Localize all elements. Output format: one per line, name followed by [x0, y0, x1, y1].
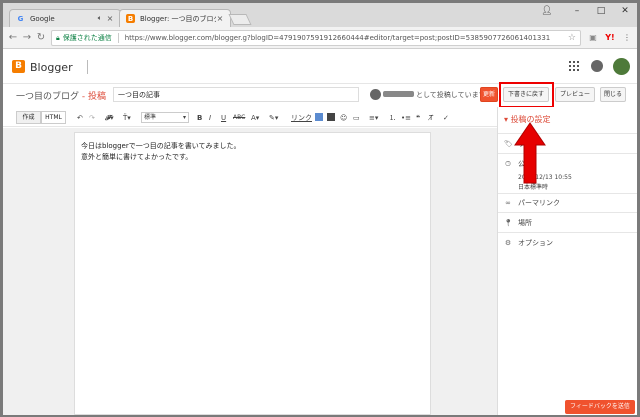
settings-options[interactable]: ⚙ オプション — [504, 238, 553, 248]
bookmark-star-icon[interactable]: ☆ — [568, 33, 576, 43]
settings-location-text: 場所 — [518, 219, 532, 227]
redo-icon[interactable]: ↷ — [89, 113, 95, 123]
settings-permalink[interactable]: ∞ パーマリンク — [504, 198, 560, 208]
update-button[interactable]: 更新 — [480, 87, 498, 102]
blogger-logo-icon[interactable]: B — [12, 60, 25, 73]
jump-break-icon[interactable]: ▭ — [353, 113, 360, 123]
tab-title: Blogger: 一つ目のブログ — [140, 14, 216, 23]
chevron-down-icon: ▾ — [182, 114, 186, 121]
user-avatar — [370, 89, 381, 100]
google-favicon-icon: G — [17, 14, 24, 23]
underline-icon[interactable]: U — [221, 113, 226, 123]
settings-location[interactable]: 📍︎ 場所 — [504, 218, 532, 228]
settings-permalink-text: パーマリンク — [518, 199, 560, 207]
editor-area: 今日はbloggerで一つ目の記事を書いてみました。 意外と簡単に書けてよかった… — [3, 128, 497, 415]
forward-icon[interactable]: → — [21, 32, 33, 44]
format-toolbar: 作成 HTML ↶ ↷ 𝓕▾ T̈▾ 標準 ▾ B I U ABC A▾ ✎▾ リ… — [3, 107, 497, 127]
blogger-favicon-icon: B — [126, 14, 135, 23]
blog-breadcrumb: 一つ目のブログ - 投稿 — [16, 89, 106, 102]
minimize-icon[interactable]: – — [571, 5, 583, 17]
gear-icon: ⚙ — [504, 239, 512, 247]
tab-strip: G Google 🔈︎ × B Blogger: 一つ目のブログ × 👤︎ – … — [3, 3, 637, 27]
blogger-header: B Blogger — [3, 50, 637, 84]
tab-blogger[interactable]: B Blogger: 一つ目のブログ × — [119, 9, 231, 27]
blogger-brand[interactable]: Blogger — [30, 61, 73, 74]
maximize-icon[interactable]: □ — [595, 5, 607, 17]
yahoo-extension-icon[interactable]: Y! — [604, 32, 616, 44]
apps-grid-icon[interactable] — [569, 61, 579, 71]
tab-google[interactable]: G Google 🔈︎ × — [9, 9, 121, 27]
posting-as-text: として投稿しています — [416, 91, 486, 99]
extension-icon[interactable]: ▣ — [587, 32, 599, 44]
tab-title: Google — [30, 14, 55, 23]
feedback-button[interactable]: フィードバックを送信 — [565, 400, 635, 414]
header-divider — [87, 60, 88, 74]
menu-icon[interactable]: ⋮ — [621, 32, 633, 44]
preview-button[interactable]: プレビュー — [555, 87, 595, 102]
new-tab-button[interactable] — [228, 14, 252, 25]
align-icon[interactable]: ≡▾ — [369, 113, 378, 123]
bulleted-list-icon[interactable]: •≡ — [401, 113, 411, 123]
divider — [498, 212, 637, 213]
font-size-icon[interactable]: T̈▾ — [123, 113, 131, 123]
avatar[interactable] — [613, 58, 630, 75]
editor-line: 今日はbloggerで一つ目の記事を書いてみました。 — [81, 142, 241, 150]
post-label: 投稿 — [88, 92, 107, 102]
breadcrumb-separator: - — [79, 92, 88, 102]
bold-icon[interactable]: B — [197, 113, 202, 123]
close-window-icon[interactable]: ✕ — [619, 5, 631, 17]
editor-line: 意外と簡単に書けてよかったです。 — [81, 153, 193, 161]
format-select-value: 標準 — [144, 114, 157, 121]
tab-close-icon[interactable]: × — [216, 14, 224, 23]
reload-icon[interactable]: ↻ — [35, 32, 47, 44]
clock-icon: 🕒︎ — [505, 159, 511, 168]
divider — [498, 193, 637, 194]
video-icon[interactable] — [327, 113, 335, 121]
close-button[interactable]: 閉じる — [600, 87, 626, 102]
browser-window: G Google 🔈︎ × B Blogger: 一つ目のブログ × 👤︎ – … — [3, 3, 637, 415]
numbered-list-icon[interactable]: ⒈ — [389, 113, 396, 123]
label-tag-icon: 🏷︎ — [504, 140, 513, 148]
address-separator — [117, 33, 119, 43]
url-text: https://www.blogger.com/blogger.g?blogID… — [124, 34, 551, 42]
speaker-icon[interactable]: 🔈︎ — [98, 14, 102, 23]
post-title-input[interactable] — [113, 87, 359, 102]
profile-icon[interactable]: 👤︎ — [541, 5, 553, 17]
italic-icon[interactable]: I — [209, 113, 211, 123]
blog-name[interactable]: 一つ目のブログ — [16, 92, 79, 102]
annotation-arrow — [514, 122, 546, 184]
strikethrough-icon[interactable]: ABC — [233, 113, 245, 123]
account-circle-icon[interactable] — [591, 60, 603, 72]
clear-format-icon[interactable]: T̸ — [429, 113, 433, 123]
lock-icon: 🔒︎ — [56, 33, 60, 42]
quote-icon[interactable]: ❝ — [416, 113, 420, 123]
post-body-editor[interactable]: 今日はbloggerで一つ目の記事を書いてみました。 意外と簡単に書けてよかった… — [74, 132, 431, 415]
emoji-icon[interactable]: ☺ — [340, 113, 347, 123]
back-icon[interactable]: ← — [7, 32, 19, 44]
user-email-redacted — [383, 91, 414, 97]
font-family-icon[interactable]: 𝓕▾ — [105, 113, 114, 123]
spellcheck-icon[interactable]: ✓ — [443, 113, 449, 123]
link-button[interactable]: リンク — [291, 113, 312, 123]
address-bar[interactable]: 🔒︎ 保護された通信 https://www.blogger.com/blogg… — [51, 30, 581, 46]
image-icon[interactable] — [315, 113, 323, 121]
location-pin-icon: 📍︎ — [504, 219, 513, 227]
format-select[interactable]: 標準 ▾ — [141, 112, 189, 123]
highlight-color-icon[interactable]: ✎▾ — [269, 113, 278, 123]
settings-options-text: オプション — [518, 239, 553, 247]
browser-toolbar: ← → ↻ 🔒︎ 保護された通信 https://www.blogger.com… — [3, 27, 637, 49]
secure-label: 保護された通信 — [62, 34, 112, 42]
undo-icon[interactable]: ↶ — [77, 113, 83, 123]
tab-close-icon[interactable]: × — [106, 14, 114, 23]
text-color-icon[interactable]: A▾ — [251, 113, 259, 123]
html-mode-tab[interactable]: HTML — [41, 111, 66, 124]
compose-mode-tab[interactable]: 作成 — [16, 111, 41, 124]
revert-button-highlight — [499, 82, 554, 108]
link-icon: ∞ — [505, 199, 511, 207]
divider — [498, 232, 637, 233]
